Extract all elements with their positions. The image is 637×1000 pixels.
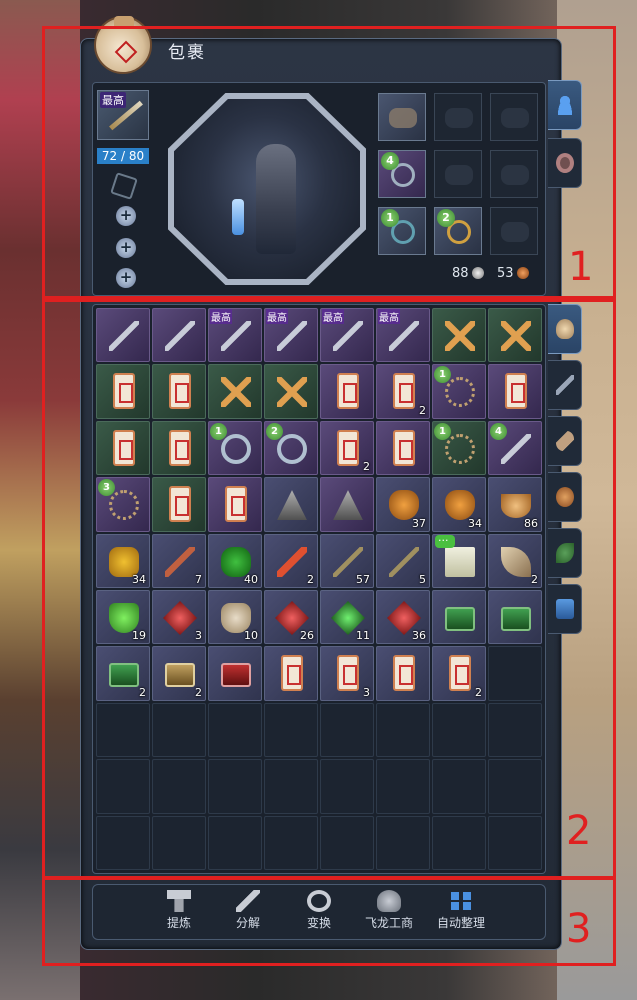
annotation-label-3: 3 — [566, 906, 592, 952]
annotation-label-2: 2 — [566, 808, 592, 854]
annotation-box-3 — [42, 876, 616, 966]
annotation-box-2 — [42, 296, 616, 880]
annotation-label-1: 1 — [568, 244, 594, 290]
annotation-box-1 — [42, 26, 616, 302]
